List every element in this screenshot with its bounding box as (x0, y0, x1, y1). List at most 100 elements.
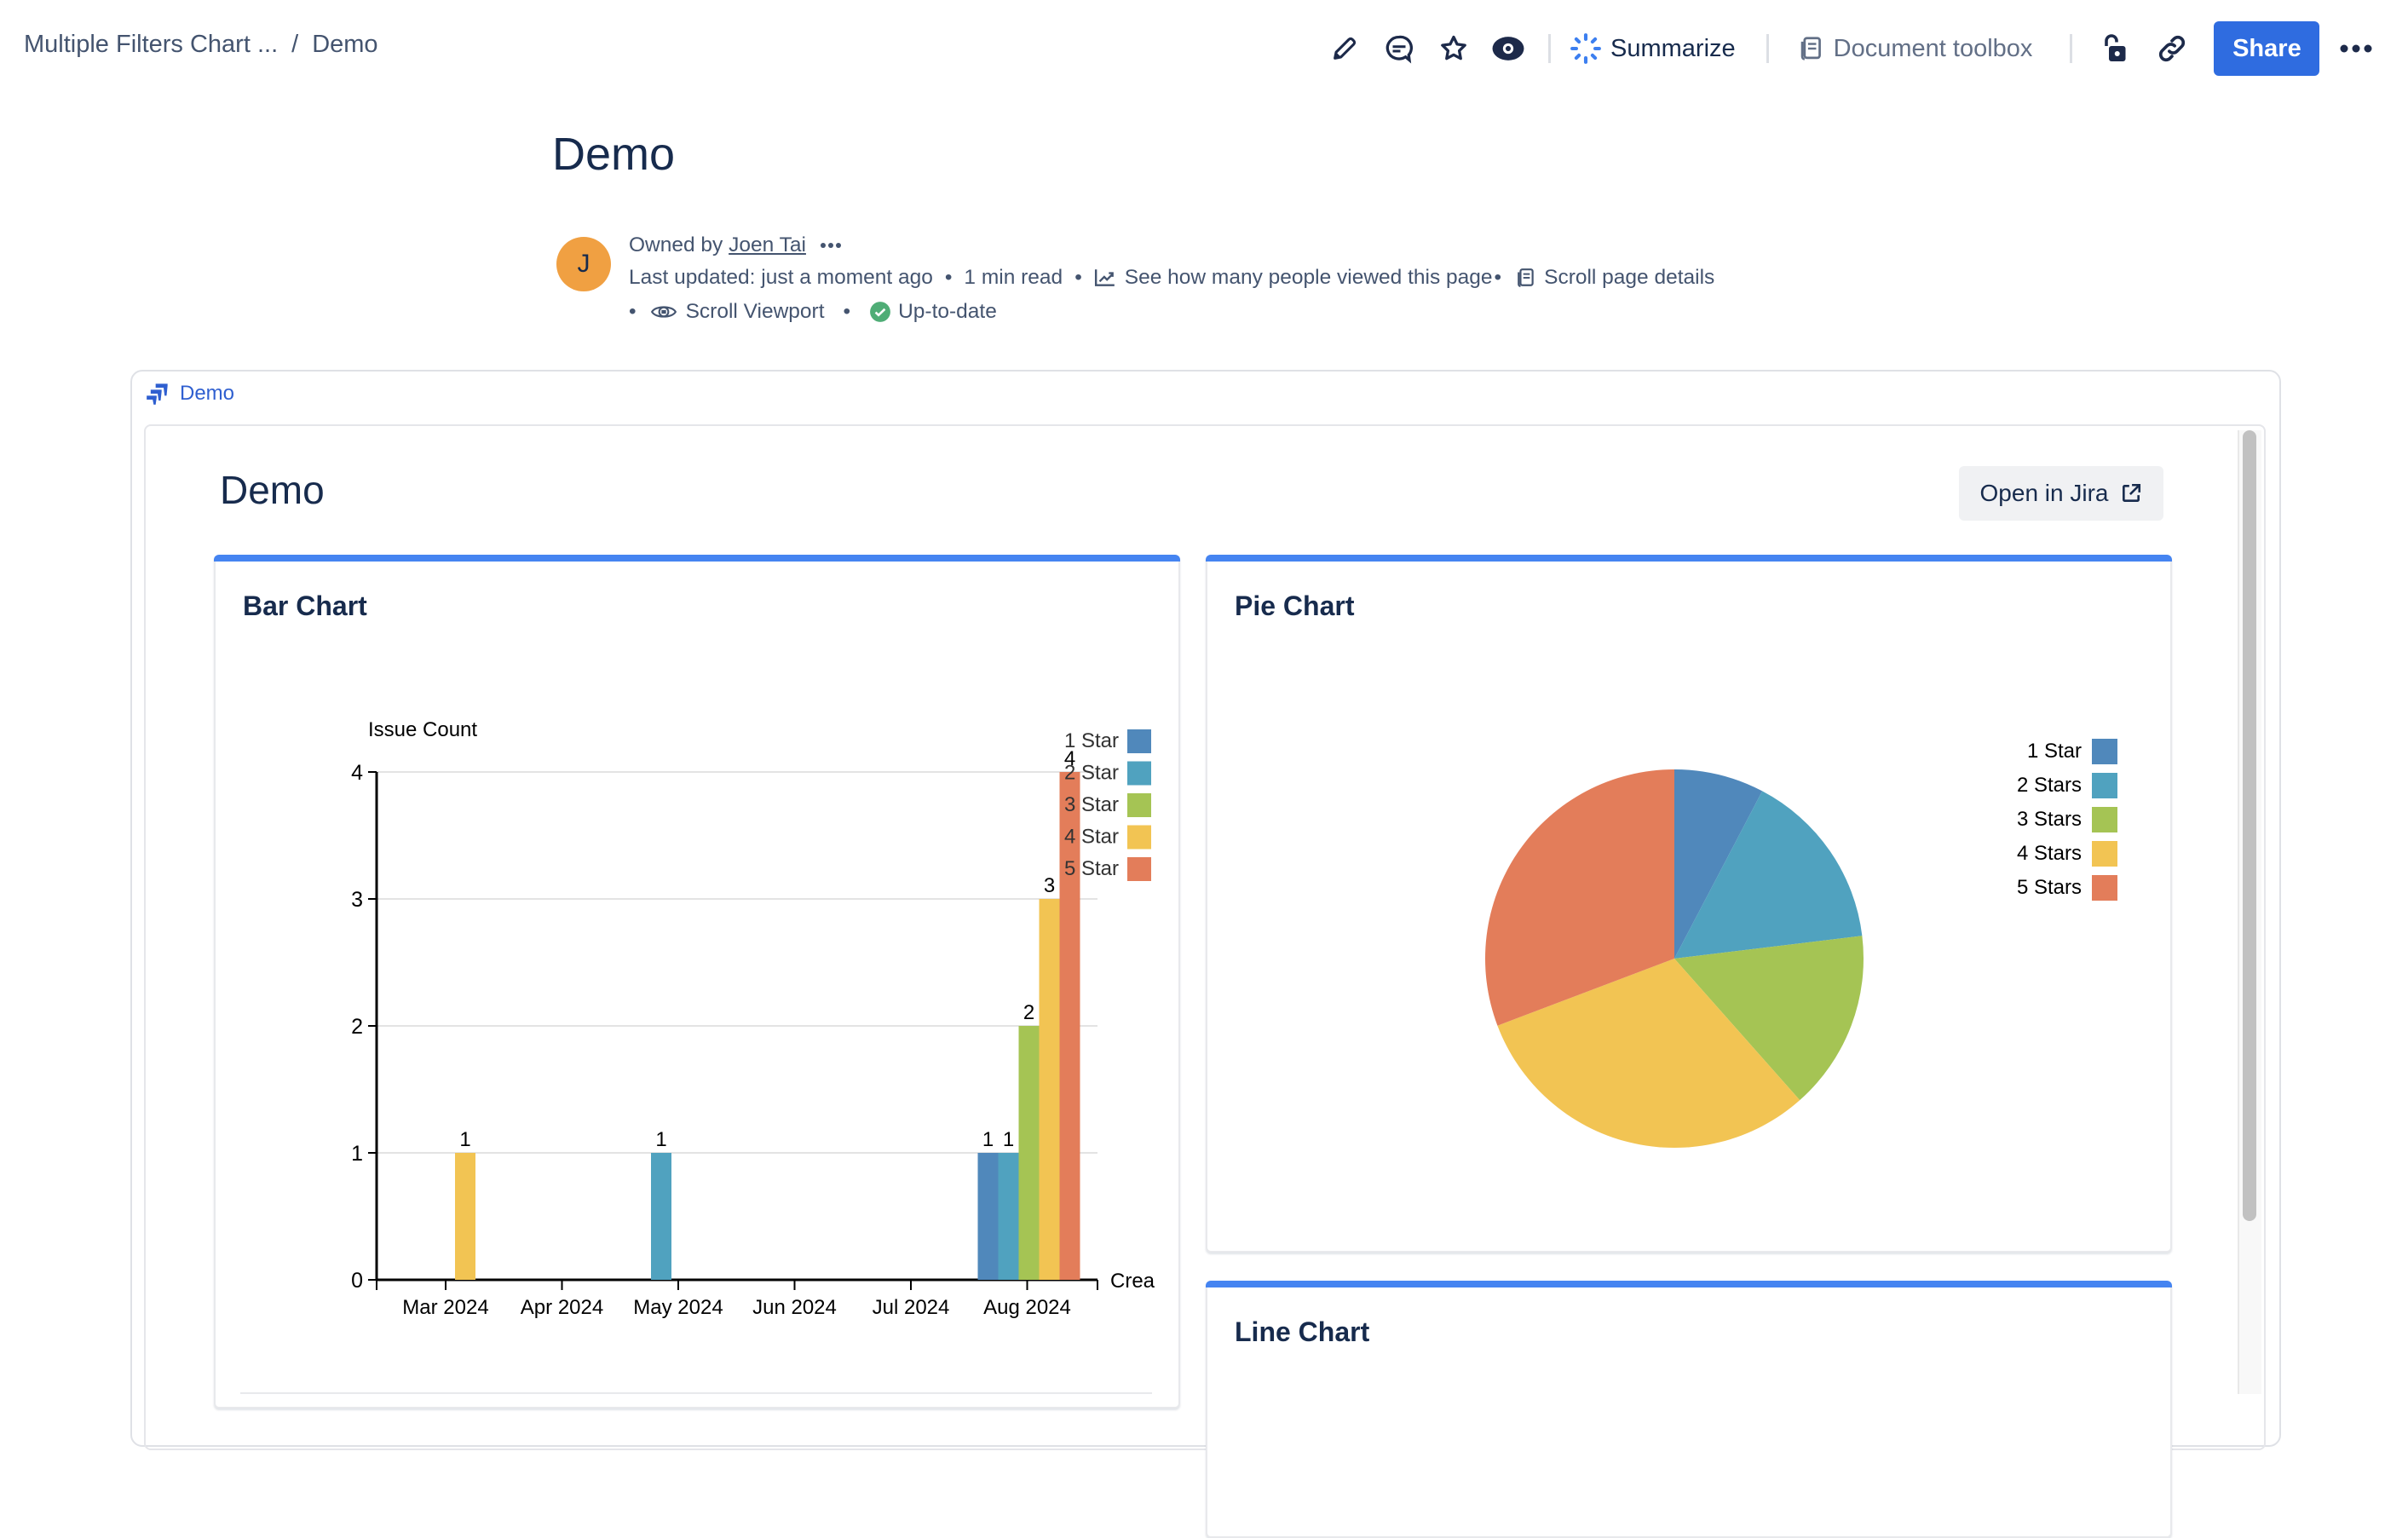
more-icon (2340, 44, 2372, 53)
x-tick-label: Mar 2024 (402, 1296, 488, 1319)
y-tick-label: 4 (351, 761, 363, 785)
star-button[interactable] (1432, 27, 1475, 70)
viewport-eye-icon (650, 302, 677, 322)
watch-icon (1492, 37, 1524, 60)
legend-label: 4 Stars (2017, 842, 2082, 865)
toolbar-divider (1766, 34, 1769, 63)
legend-label: 1 Star (2027, 740, 2082, 763)
bar-2-star-aug-2024[interactable] (998, 1153, 1019, 1280)
bar-chart: Issue Count 0 1 2 3 4 Mar 2024 Apr 2024 May 2024… (351, 718, 1155, 1319)
bar-4-star-aug-2024[interactable] (1039, 899, 1060, 1280)
dashboard-scrollbar-thumb[interactable] (2243, 430, 2256, 1221)
scroll-page-details-link[interactable]: Scroll page details (1517, 266, 1714, 290)
legend-swatch (1127, 793, 1151, 817)
y-tick-label: 0 (351, 1269, 363, 1293)
line-chart-title: Line Chart (1235, 1316, 1370, 1347)
legend-swatch (1127, 857, 1151, 881)
analytics-chart-icon (1094, 268, 1116, 288)
legend-label: 5 Stars (2017, 876, 2082, 899)
bar-value-label: 1 (459, 1128, 470, 1151)
restrictions-button[interactable] (2093, 27, 2135, 70)
legend-label: 2 Stars (2017, 774, 2082, 797)
legend-swatch (2092, 875, 2117, 901)
legend-label: 1 Star (1064, 729, 1119, 752)
link-icon (2159, 35, 2186, 62)
page-toolbar: Summarize Document toolbox Share (1323, 19, 2377, 78)
document-toolbox-label: Document toolbox (1833, 34, 2033, 62)
document-icon (1517, 268, 1535, 288)
edit-button[interactable] (1323, 27, 1366, 70)
bar-3-star-aug-2024[interactable] (1018, 1026, 1040, 1280)
x-tick-label: Jun 2024 (752, 1296, 837, 1319)
watch-button[interactable] (1487, 27, 1529, 70)
page-analytics-link[interactable]: See how many people viewed this page (1094, 266, 1493, 290)
toolbar-divider (1548, 34, 1551, 63)
bar-1-star-aug-2024[interactable] (977, 1153, 999, 1280)
breadcrumb-parent-link[interactable]: Multiple Filters Chart ... (24, 31, 278, 58)
open-in-jira-button[interactable]: Open in Jira (1959, 466, 2163, 521)
star-icon (1441, 35, 1466, 60)
separator-dot: • (843, 300, 851, 323)
analytics-label: See how many people viewed this page (1124, 266, 1493, 289)
card-accent-bar (1206, 1281, 2172, 1287)
unlock-icon (2105, 34, 2126, 61)
more-icon (820, 243, 841, 248)
bar-4-star-mar-2024[interactable] (455, 1153, 475, 1280)
owner-more-button[interactable] (820, 242, 842, 249)
jira-dashboard-link-label: Demo (180, 382, 235, 405)
separator-dot: • (944, 266, 953, 289)
status-label: Up-to-date (898, 300, 997, 323)
comment-icon (1385, 35, 1413, 64)
legend-swatch (2092, 841, 2117, 867)
pie-chart: 1 Star 2 Stars 3 Stars 4 Stars 5 Stars (1485, 739, 2117, 1148)
separator-dot: • (1494, 266, 1502, 289)
status-badge[interactable]: Up-to-date (869, 300, 997, 324)
comment-button[interactable] (1378, 27, 1420, 70)
dashboard-title: Demo (220, 468, 325, 512)
bar-value-label: 3 (1044, 874, 1055, 897)
document-toolbox-button[interactable]: Document toolbox (1800, 34, 2033, 63)
legend-swatch (1127, 825, 1151, 850)
owner-avatar[interactable]: J (556, 237, 611, 291)
page-metadata-row: Last updated: just a moment ago • 1 min … (629, 266, 1714, 290)
x-tick-label: Jul 2024 (873, 1296, 950, 1319)
y-tick-label: 1 (351, 1142, 363, 1166)
document-icon (1800, 37, 1821, 60)
breadcrumb-separator: / (291, 31, 299, 58)
bar-value-label: 1 (1003, 1128, 1014, 1151)
page-title: Demo (552, 129, 676, 180)
legend-swatch (1127, 729, 1151, 753)
y-axis-label: Issue Count (368, 718, 477, 741)
summarize-button[interactable]: Summarize (1570, 32, 1736, 65)
bar-2-star-may-2024[interactable] (651, 1153, 671, 1280)
y-tick-label: 2 (351, 1015, 363, 1039)
legend-label: 2 Star (1064, 762, 1119, 785)
owner-row: Owned by Joen Tai (629, 233, 842, 257)
owner-link[interactable]: Joen Tai (729, 233, 806, 257)
external-link-icon (2123, 483, 2141, 502)
edit-icon (1334, 37, 1357, 60)
breadcrumb-current[interactable]: Demo (312, 31, 377, 58)
ai-sparkle-icon (1570, 33, 1601, 64)
x-tick-label: May 2024 (633, 1296, 723, 1319)
bar-value-label: 1 (655, 1128, 666, 1151)
scroll-viewport-link[interactable]: Scroll Viewport (650, 300, 825, 324)
summarize-label: Summarize (1610, 34, 1736, 62)
legend-label: 4 Star (1064, 826, 1119, 849)
toolbar-divider (2070, 34, 2073, 63)
scroll-page-details-label: Scroll page details (1544, 266, 1715, 289)
breadcrumb: Multiple Filters Chart ... / Demo (24, 31, 378, 59)
jira-dashboard-link[interactable]: Demo (146, 382, 234, 406)
check-circle-icon (869, 301, 891, 323)
x-tick-label: Aug 2024 (983, 1296, 1071, 1319)
last-updated: Last updated: just a moment ago (629, 266, 933, 289)
open-in-jira-label: Open in Jira (1979, 480, 2109, 506)
more-actions-button[interactable] (2335, 27, 2377, 70)
avatar-initial: J (577, 250, 590, 278)
separator-dot: • (1074, 266, 1082, 289)
line-chart-card: Line Chart (1206, 1281, 2172, 1538)
copy-link-button[interactable] (2151, 27, 2193, 70)
legend-label: 3 Stars (2017, 808, 2082, 831)
jira-icon (147, 383, 168, 405)
share-button[interactable]: Share (2214, 21, 2320, 76)
